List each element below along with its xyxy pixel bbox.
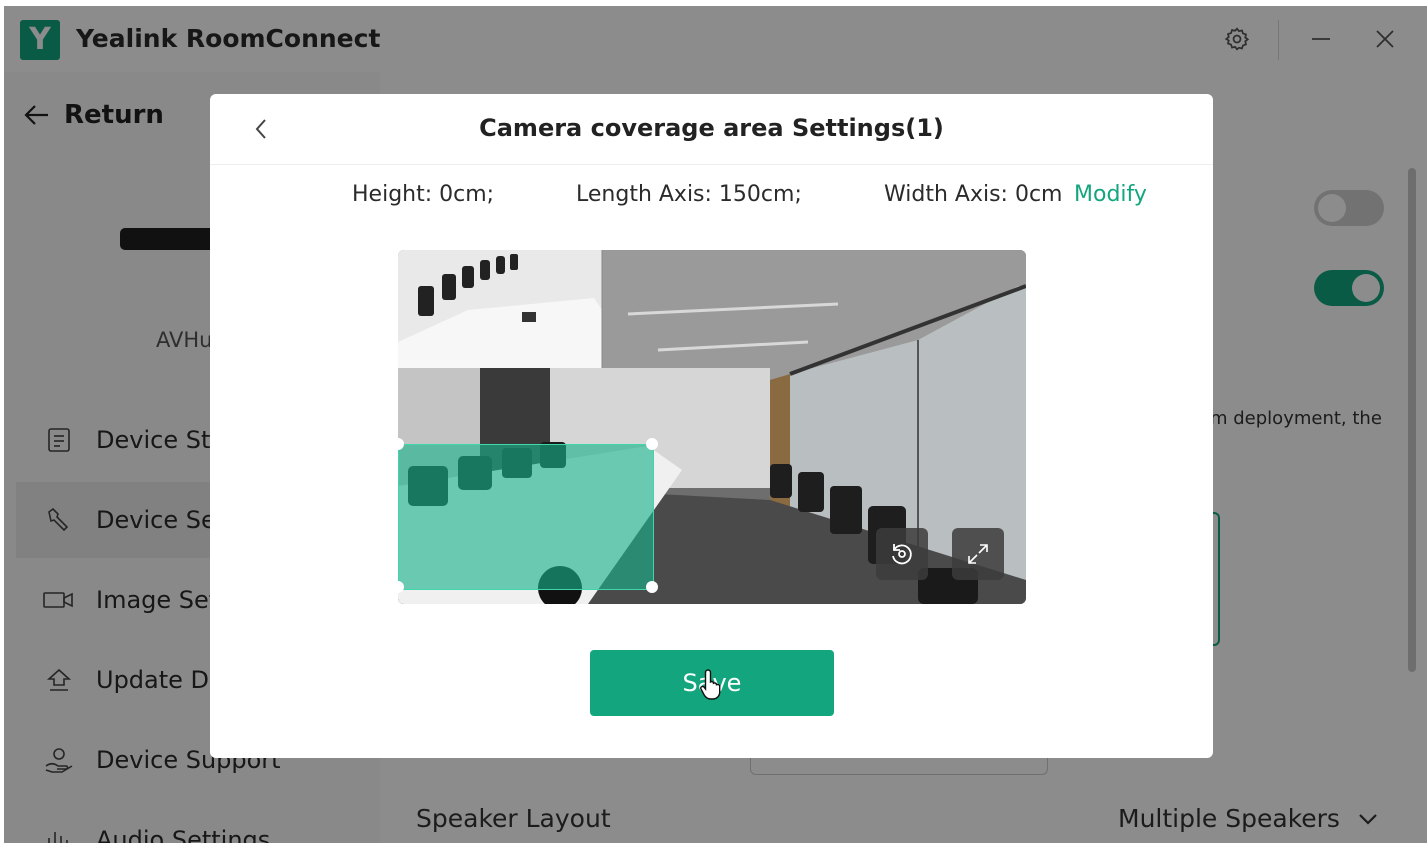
resize-handle-bottom-right[interactable]: [646, 581, 658, 593]
hand-pointer-icon: [700, 668, 726, 704]
reset-icon[interactable]: [876, 528, 928, 580]
resize-handle-top-right[interactable]: [646, 438, 658, 450]
app-window: Y Yealink RoomConnect Return AVHu Device…: [4, 6, 1427, 843]
camera-coverage-dialog: Camera coverage area Settings(1) Height:…: [210, 94, 1213, 758]
width-axis-value: Width Axis: 0cm: [884, 182, 1063, 207]
camera-preview[interactable]: [398, 250, 1026, 604]
coverage-area-selection[interactable]: [398, 444, 654, 590]
fullscreen-icon[interactable]: [952, 528, 1004, 580]
modify-link[interactable]: Modify: [1074, 182, 1147, 207]
length-axis-value: Length Axis: 150cm;: [576, 182, 802, 207]
dialog-title: Camera coverage area Settings(1): [479, 114, 944, 142]
height-value: Height: 0cm;: [352, 182, 495, 207]
divider: [210, 164, 1213, 165]
